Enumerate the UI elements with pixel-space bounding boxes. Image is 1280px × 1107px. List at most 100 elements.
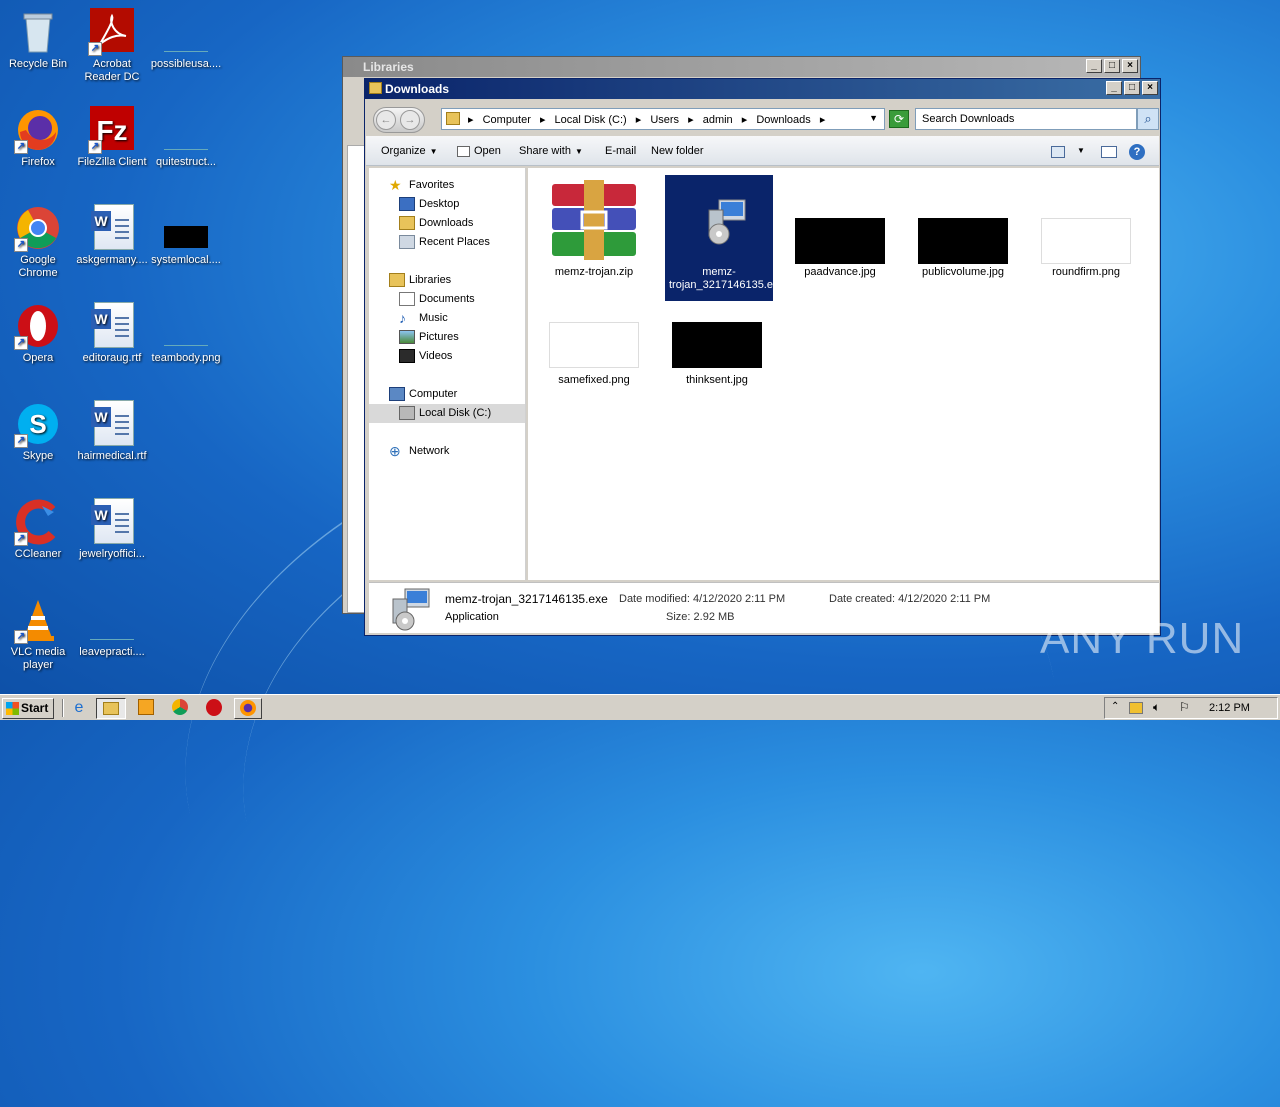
media-player-icon[interactable] [138,699,154,715]
file-name: paadvance.jpg [804,266,876,278]
explorer-window[interactable]: Downloads _ □ × ← → ▸ Computer ▸ Local D… [364,78,1161,636]
address-dropdown-icon[interactable]: ▼ [869,113,878,123]
file-item[interactable]: memz-trojan.zip [540,180,648,279]
close-button[interactable]: × [1142,81,1158,95]
share-with-button[interactable]: Share with ▼ [519,145,583,157]
image-thumbnail [1040,180,1132,264]
desktop-icon-label: jewelryoffici... [79,548,145,560]
nav-local-disk[interactable]: Local Disk (C:) [369,404,525,423]
back-button[interactable]: ← [376,110,396,130]
desktop-icon-firefox[interactable]: ↗ Firefox [0,106,76,169]
image-thumbnail [794,180,886,264]
explorer-taskbar-button[interactable] [96,698,126,719]
nav-music[interactable]: ♪ Music [369,309,525,328]
search-box[interactable]: Search Downloads [915,108,1137,130]
tray-expand-icon[interactable]: ⌃ [1111,701,1119,712]
nav-label: Desktop [419,198,460,210]
file-item[interactable]: samefixed.png [540,310,648,387]
desktop-icon-vlc[interactable]: ↗ VLC media player [0,596,76,672]
nav-network[interactable]: ⊕ Network [369,442,525,461]
view-options-icon[interactable] [1051,146,1065,158]
breadcrumb-arrow-icon[interactable]: ▸ [820,113,826,126]
libraries-titlebar[interactable]: Libraries _ □ × [343,57,1140,77]
file-item-selected[interactable]: memz-trojan_3217146135.exe [665,175,785,301]
breadcrumb-arrow-icon[interactable]: ▸ [742,113,748,126]
action-center-icon[interactable] [1129,702,1143,714]
breadcrumb-local-disk[interactable]: Local Disk (C:) [555,114,627,126]
image-thumbnail [671,310,763,368]
desktop-icon-leavepracti[interactable]: leavepracti.... [74,596,150,659]
file-item[interactable]: publicvolume.jpg [909,180,1017,279]
nav-recent-places[interactable]: Recent Places [369,233,525,252]
preview-pane-icon[interactable] [1101,146,1117,158]
address-bar[interactable]: ▸ Computer ▸ Local Disk (C:) ▸ Users ▸ a… [441,108,885,130]
desktop-icon-jewelryoffici[interactable]: jewelryoffici... [74,498,150,561]
desktop-icon-systemlocal[interactable]: systemlocal.... [148,204,224,267]
breadcrumb-downloads[interactable]: Downloads [756,114,810,126]
breadcrumb-users[interactable]: Users [650,114,679,126]
desktop-icon-editoraug[interactable]: editoraug.rtf [74,302,150,365]
open-button[interactable]: Open [457,145,501,157]
file-name: publicvolume.jpg [922,266,1004,278]
music-icon: ♪ [399,310,406,326]
email-label: E-mail [605,145,637,157]
desktop-icon-teambody[interactable]: teambody.png [148,302,224,365]
drive-icon [399,406,415,420]
desktop-icon-opera[interactable]: ↗ Opera [0,302,76,365]
desktop-icon-filezilla[interactable]: Fz ↗ FileZilla Client [74,106,150,169]
minimize-button[interactable]: _ [1106,81,1122,95]
nav-videos[interactable]: Videos [369,347,525,366]
nav-pictures[interactable]: Pictures [369,328,525,347]
desktop-icon-ccleaner[interactable]: ↗ CCleaner [0,498,76,561]
breadcrumb-arrow-icon[interactable]: ▸ [688,113,694,126]
anyrun-watermark: ANY RUN [1040,614,1245,663]
minimize-button[interactable]: _ [1086,59,1102,73]
desktop-icon-askgermany[interactable]: askgermany.... [74,204,150,267]
chrome-icon[interactable] [172,699,188,715]
volume-icon[interactable]: 🔈︎ [1153,700,1160,715]
refresh-icon[interactable]: ⟳ [889,110,909,128]
breadcrumb-computer[interactable]: Computer [483,114,531,126]
forward-button[interactable]: → [400,110,420,130]
new-folder-button[interactable]: New folder [651,145,704,157]
desktop-icons: Recycle Bin ↗ Firefox ↗ Google Chrome ↗ … [0,0,240,690]
chevron-down-icon[interactable]: ▼ [1077,146,1085,155]
desktop-icon-chrome[interactable]: ↗ Google Chrome [0,204,76,280]
nav-favorites[interactable]: ★ Favorites [369,176,525,195]
nav-label: Pictures [419,331,459,343]
search-icon[interactable]: ⌕ [1137,108,1159,130]
clock[interactable]: 2:12 PM [1209,702,1250,714]
start-button[interactable]: Start [2,698,54,719]
nav-documents[interactable]: Documents [369,290,525,309]
explorer-titlebar[interactable]: Downloads _ □ × [365,79,1160,99]
nav-computer[interactable]: Computer [369,385,525,404]
nav-downloads[interactable]: Downloads [369,214,525,233]
nav-libraries[interactable]: Libraries [369,271,525,290]
breadcrumb-arrow-icon[interactable]: ▸ [636,113,642,126]
nav-desktop[interactable]: Desktop [369,195,525,214]
desktop-icon-skype[interactable]: S ↗ Skype [0,400,76,463]
desktop-icon-possibleusa[interactable]: possibleusa.... [148,8,224,71]
desktop-icon-quitestruct[interactable]: quitestruct... [148,106,224,169]
desktop-icon-hairmedical[interactable]: hairmedical.rtf [74,400,150,463]
file-item[interactable]: thinksent.jpg [663,310,771,387]
opera-icon[interactable] [206,699,222,716]
breadcrumb-arrow-icon[interactable]: ▸ [540,113,546,126]
maximize-button[interactable]: □ [1104,59,1120,73]
internet-explorer-icon[interactable]: e [70,699,88,717]
desktop-icon-acrobat[interactable]: ↗ Acrobat Reader DC [74,8,150,84]
file-item[interactable]: roundfirm.png [1032,180,1140,279]
maximize-button[interactable]: □ [1124,81,1140,95]
start-label: Start [21,701,49,715]
desktop-icon-recycle-bin[interactable]: Recycle Bin [0,8,76,71]
help-icon[interactable]: ? [1129,144,1145,160]
flag-icon[interactable]: ⚐ [1179,700,1190,714]
file-item[interactable]: paadvance.jpg [786,180,894,279]
firefox-taskbar-button[interactable] [234,698,262,719]
desktop-icon-label: quitestruct... [156,156,216,168]
close-button[interactable]: × [1122,59,1138,73]
search-input[interactable]: Search Downloads [922,113,1014,125]
email-button[interactable]: E-mail [605,145,636,157]
breadcrumb-admin[interactable]: admin [703,114,733,126]
organize-button[interactable]: Organize ▼ [381,145,438,157]
